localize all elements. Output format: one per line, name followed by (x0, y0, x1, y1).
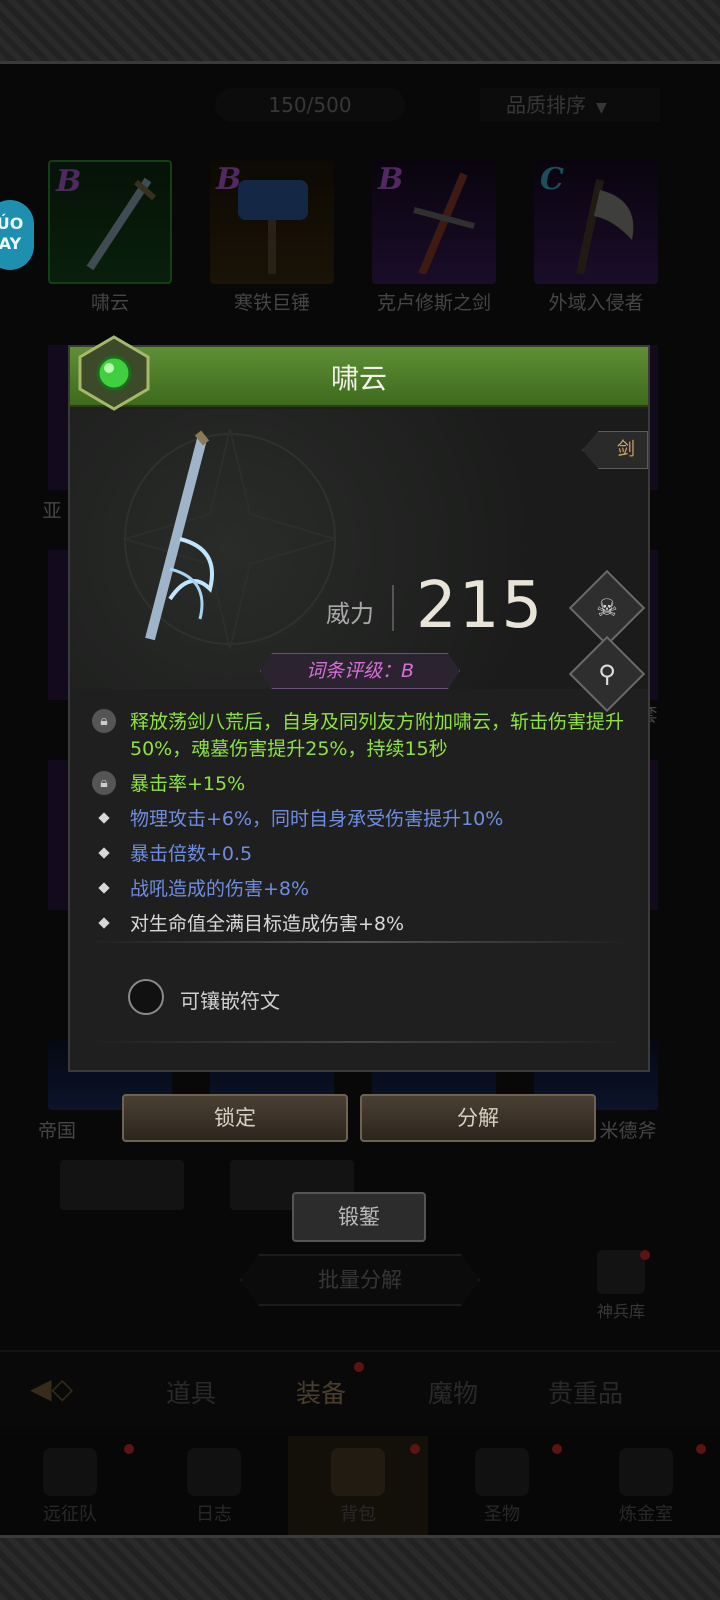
inspect-button[interactable]: ⚲ (568, 635, 646, 713)
capacity-counter: 150/500 (215, 88, 405, 122)
rune-label: 可镶嵌符文 (180, 989, 280, 1013)
nav-relics[interactable]: 圣物 (432, 1436, 572, 1535)
item-name: 克卢修斯之剑 (376, 292, 491, 314)
section-divider (90, 941, 630, 943)
notification-dot (640, 1250, 650, 1260)
sword-icon (86, 177, 156, 271)
inventory-slot-2[interactable]: B (210, 160, 334, 284)
popup-title: 啸云 (330, 362, 387, 395)
bottom-nav: 远征队 日志 背包 圣物 炼金室 (0, 1436, 720, 1535)
weapon-type-tag: 剑 (582, 431, 648, 469)
tab-items[interactable]: 道具 (166, 1374, 216, 1410)
attribute-text: 暴击率+15% (130, 773, 246, 795)
armory-icon (597, 1250, 645, 1294)
helmet-icon (43, 1448, 97, 1496)
notification-dot (354, 1362, 364, 1372)
top-frame (0, 0, 720, 64)
item-art-area: 剑 威力 215 ☠ ⚲ (70, 409, 648, 713)
lock-icon[interactable]: 🔒︎ (92, 709, 116, 733)
backpack-icon (331, 1448, 385, 1496)
nav-backpack[interactable]: 背包 (288, 1436, 428, 1535)
tab-monsters[interactable]: 魔物 (428, 1374, 478, 1410)
diamond-bullet-icon (98, 812, 110, 824)
attribute-list: 🔒︎ 释放荡剑八荒后，自身及同列友方附加啸云，斩击伤害提升50%，魂墓伤害提升2… (92, 709, 632, 946)
alchemy-icon (619, 1448, 673, 1496)
notification-dot (552, 1444, 562, 1454)
sort-dropdown[interactable]: 品质排序 ▼ (480, 88, 660, 122)
nav-alchemy[interactable]: 炼金室 (576, 1436, 716, 1535)
inventory-slot-3[interactable]: B (372, 160, 496, 284)
tab-valuables[interactable]: 贵重品 (548, 1374, 623, 1410)
notification-dot (124, 1444, 134, 1454)
attribute-row: 对生命值全满目标造成伤害+8% (92, 911, 632, 938)
attribute-row: 暴击倍数+0.5 (92, 841, 632, 868)
category-tabs: ◀◇ 道具 装备 魔物 贵重品 (0, 1350, 720, 1426)
axe-icon (576, 179, 634, 274)
attribute-text: 对生命值全满目标造成伤害+8% (130, 913, 405, 935)
lock-icon[interactable]: 🔒︎ (92, 771, 116, 795)
attribute-row: 战吼造成的伤害+8% (92, 876, 632, 903)
popup-header: 啸云 (70, 347, 648, 407)
attribute-text: 战吼造成的伤害+8% (130, 878, 310, 900)
diamond-bullet-icon (98, 882, 110, 894)
rune-socket-icon[interactable] (128, 979, 164, 1015)
character-view-button[interactable]: ☠ (568, 569, 646, 647)
notification-dot (410, 1444, 420, 1454)
attribute-row: 🔒︎ 暴击率+15% (92, 771, 632, 798)
back-arrow-icon[interactable]: ◀◇ (30, 1372, 110, 1406)
power-label: 威力 (326, 600, 374, 628)
item-name: 米德斧 (599, 1120, 657, 1142)
inventory-slot-1[interactable]: B (48, 160, 172, 284)
rarity-emblem-icon (78, 335, 150, 411)
power-divider (392, 585, 394, 631)
forge-button[interactable]: 锻錾 (292, 1192, 426, 1242)
nav-label: 日志 (196, 1504, 232, 1525)
nav-expedition[interactable]: 远征队 (0, 1436, 140, 1535)
attribute-row: 物理攻击+6%，同时自身承受伤害提升10% (92, 806, 632, 833)
attribute-text: 物理攻击+6%，同时自身承受伤害提升10% (130, 808, 504, 830)
sort-label: 品质排序 (506, 93, 586, 117)
attribute-text: 释放荡剑八荒后，自身及同列友方附加啸云，斩击伤害提升50%，魂墓伤害提升25%，… (130, 711, 625, 760)
tab-equipment[interactable]: 装备 (296, 1374, 346, 1410)
section-divider (90, 1041, 630, 1043)
decompose-button[interactable]: 分解 (360, 1094, 596, 1142)
hammer-icon (238, 180, 308, 274)
armory-label: 神兵库 (596, 1302, 645, 1321)
nav-label: 圣物 (484, 1504, 520, 1525)
side-event-badge[interactable]: ÚO AY (0, 200, 34, 270)
chalice-icon (475, 1448, 529, 1496)
diamond-bullet-icon (98, 917, 110, 929)
diamond-bullet-icon (98, 847, 110, 859)
bottom-frame (0, 1535, 720, 1600)
item-detail-popup: 啸云 剑 威力 215 ☠ ⚲ 词条评级：B 🔒︎ 释放荡剑八荒后，自身及同列友… (68, 335, 650, 1072)
inventory-slot-row6-1[interactable] (60, 1160, 184, 1210)
power-value: 215 (416, 569, 545, 643)
bull-skull-icon: ☠ (596, 594, 618, 622)
attribute-row: 🔒︎ 释放荡剑八荒后，自身及同列友方附加啸云，斩击伤害提升50%，魂墓伤害提升2… (92, 709, 632, 763)
lock-button[interactable]: 锁定 (122, 1094, 348, 1142)
nav-label: 背包 (340, 1504, 376, 1525)
magnifier-icon: ⚲ (598, 660, 616, 688)
scroll-icon (187, 1448, 241, 1496)
item-name: 外域入侵者 (548, 292, 644, 314)
affix-rating-badge: 词条评级：B (260, 653, 460, 689)
item-name: 啸云 (90, 292, 129, 314)
nav-journal[interactable]: 日志 (144, 1436, 284, 1535)
sword-icon (413, 172, 475, 274)
item-name: 寒铁巨锤 (233, 292, 310, 314)
chevron-down-icon: ▼ (596, 100, 607, 116)
inventory-slot-4[interactable]: C (534, 160, 658, 284)
attribute-text: 暴击倍数+0.5 (130, 843, 253, 865)
batch-decompose-button[interactable]: 批量分解 (240, 1254, 480, 1306)
armory-button[interactable]: 神兵库 (586, 1250, 656, 1330)
nav-label: 远征队 (43, 1504, 97, 1525)
nav-label: 炼金室 (619, 1504, 673, 1525)
notification-dot (696, 1444, 706, 1454)
